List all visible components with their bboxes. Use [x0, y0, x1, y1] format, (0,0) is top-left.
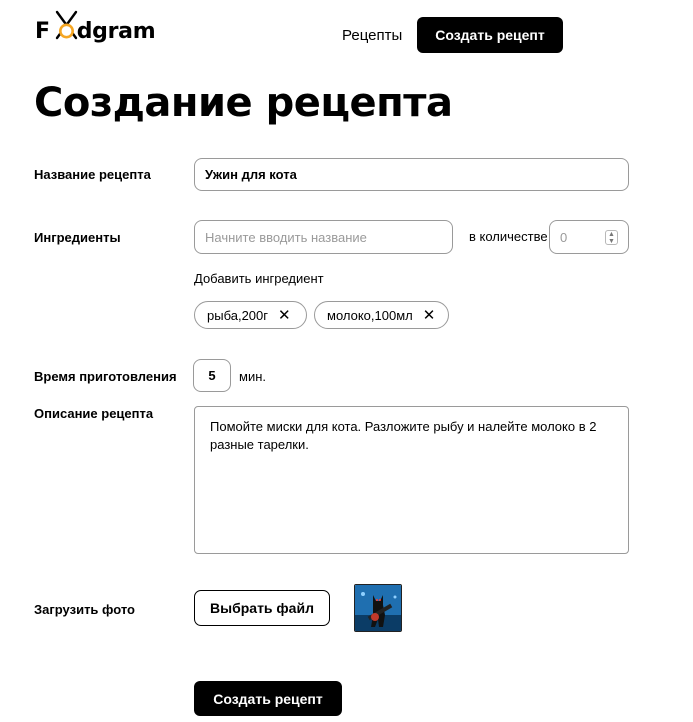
- chip-label: молоко,100мл: [327, 307, 413, 323]
- ingredients-label: Ингредиенты: [34, 230, 121, 245]
- cooking-time-label: Время приготовления: [34, 369, 177, 384]
- add-ingredient-link[interactable]: Добавить ингредиент: [194, 271, 324, 286]
- recipe-name-input[interactable]: Ужин для кота: [194, 158, 629, 191]
- ingredient-chip: рыба,200г ✕: [194, 301, 307, 329]
- quantity-label: в количестве: [469, 229, 548, 244]
- quantity-placeholder: 0: [560, 229, 568, 245]
- description-textarea[interactable]: Помойте миски для кота. Разложите рыбу и…: [194, 406, 629, 554]
- cooking-time-input[interactable]: 5: [193, 359, 231, 392]
- ingredient-search-input[interactable]: Начните вводить название: [194, 220, 453, 254]
- description-label: Описание рецепта: [34, 406, 154, 421]
- close-icon[interactable]: ✕: [278, 306, 291, 324]
- close-icon[interactable]: ✕: [423, 306, 436, 324]
- chip-label: рыба,200г: [207, 307, 268, 323]
- header-create-recipe-button[interactable]: Создать рецепт: [417, 17, 563, 53]
- photo-thumbnail: [354, 584, 402, 632]
- ingredient-chip: молоко,100мл ✕: [314, 301, 449, 329]
- recipe-name-label: Название рецепта: [34, 167, 151, 182]
- submit-create-recipe-button[interactable]: Создать рецепт: [194, 681, 342, 716]
- time-unit-label: мин.: [239, 369, 266, 384]
- choose-file-button[interactable]: Выбрать файл: [194, 590, 330, 626]
- nav-recipes-link[interactable]: Рецепты: [342, 27, 402, 44]
- spinner-arrows-icon[interactable]: ▲ ▼: [605, 230, 618, 245]
- photo-upload-label: Загрузить фото: [34, 602, 135, 617]
- page-title: Создание рецепта: [34, 80, 453, 126]
- quantity-input[interactable]: 0 ▲ ▼: [549, 220, 629, 254]
- logo-text: Fdgram: [35, 19, 156, 44]
- foodgram-logo[interactable]: Fdgram: [35, 10, 160, 44]
